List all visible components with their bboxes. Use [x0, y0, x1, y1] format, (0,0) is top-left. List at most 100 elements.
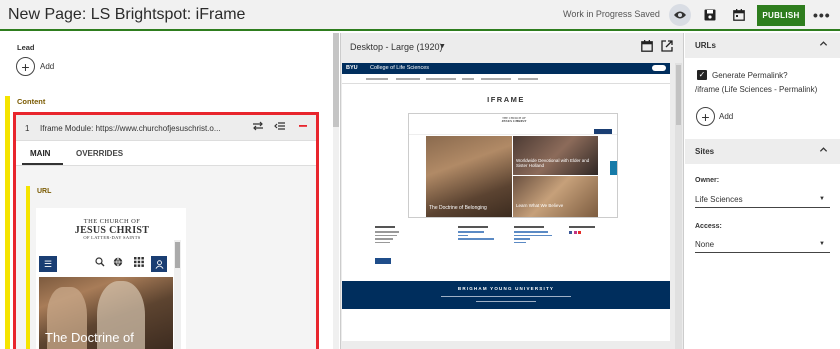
collapse-list-icon[interactable]: [274, 121, 286, 134]
page-preview: BYU College of Life Sciences IFRAME THE …: [342, 63, 670, 341]
subnav-item: [396, 78, 420, 80]
module-header[interactable]: 1 Iframe Module: https://www.churchofjes…: [16, 115, 316, 141]
page-title: New Page: LS Brightspot: iFrame: [8, 6, 246, 23]
device-size-select[interactable]: Desktop - Large (1920): [350, 42, 443, 52]
iframe-module: 1 Iframe Module: https://www.churchofjes…: [13, 112, 319, 349]
preview-eye-icon[interactable]: [669, 4, 691, 26]
access-label: Access:: [695, 223, 722, 230]
iframe-scroll-thumb[interactable]: [175, 242, 180, 268]
footer-column: [375, 226, 399, 243]
hamburger-menu-icon[interactable]: ☰: [39, 256, 57, 272]
church-logo: THE CHURCH OF JESUS CHRIST OF LATTER-DAY…: [72, 218, 152, 241]
module-tabs: MAIN OVERRIDES: [16, 141, 316, 166]
add-url-button[interactable]: Add: [719, 112, 733, 121]
tab-overrides[interactable]: OVERRIDES: [76, 149, 123, 158]
owner-value: Life Sciences: [695, 195, 743, 204]
embedded-church-logo: THE CHURCH OF JESUS CHRIST: [496, 116, 532, 124]
subnav-item: [366, 78, 388, 80]
footer-privacy-line: [342, 300, 670, 303]
embedded-devotional-image: [513, 136, 598, 175]
hero-caption: The Doctrine of: [45, 330, 134, 345]
access-value: None: [695, 240, 715, 249]
preview-scroll-thumb[interactable]: [676, 65, 681, 125]
preview-search-field: [652, 65, 666, 71]
more-options-icon[interactable]: •••: [813, 7, 831, 23]
active-tab-indicator: [22, 163, 63, 165]
left-panel-scrollbar[interactable]: [333, 33, 339, 349]
iframe-preview[interactable]: THE CHURCH OF JESUS CHRIST OF LATTER-DAY…: [36, 208, 186, 349]
subnav-item: [426, 78, 456, 80]
embedded-believe-caption: Learn What We Believe: [516, 203, 564, 208]
embedded-believe-image: [513, 176, 598, 217]
preview-panel: Desktop - Large (1920) ▼ BYU College of …: [340, 33, 684, 349]
footer-donate-button: [375, 258, 391, 264]
tab-main[interactable]: MAIN: [30, 149, 50, 158]
preview-subnav: [342, 74, 670, 84]
embedded-feedback-tab: [610, 161, 617, 175]
url-label: URL: [37, 188, 52, 195]
schedule-calendar-icon[interactable]: [727, 4, 751, 26]
swap-arrows-icon[interactable]: [252, 121, 264, 134]
lead-label: Lead: [17, 43, 35, 52]
footer-column: [458, 226, 494, 240]
iframe-nav-bar: ☰: [36, 255, 186, 272]
iframe-scrollbar[interactable]: [174, 240, 181, 349]
settings-sidebar: URLs ✓ Generate Permalink? /iframe (Life…: [685, 33, 840, 349]
embedded-nav: [409, 128, 617, 135]
save-status: Work in Progress Saved: [563, 9, 660, 19]
sites-section-header[interactable]: Sites: [685, 139, 840, 164]
owner-label: Owner:: [695, 177, 720, 184]
embedded-hero-caption: The Doctrine of Belonging: [429, 205, 487, 211]
urls-title: URLs: [695, 41, 716, 50]
content-editor-panel: Lead + Add Content 1 Iframe Module: http…: [0, 33, 332, 349]
content-section-marker: [5, 96, 10, 349]
module-title: Iframe Module: https://www.churchofjesus…: [40, 124, 221, 133]
footer-university-name: BRIGHAM YOUNG UNIVERSITY: [457, 286, 555, 291]
content-label: Content: [17, 97, 46, 106]
module-number: 1: [25, 124, 30, 133]
footer-column: [569, 226, 595, 234]
college-name: College of Life Sciences: [370, 65, 430, 71]
module-body: URL THE CHURCH OF JESUS CHRIST OF LATTER…: [16, 166, 316, 349]
chevron-down-icon[interactable]: ▼: [819, 196, 825, 202]
embedded-logo-line2: JESUS CHRIST: [501, 119, 527, 124]
open-external-icon[interactable]: [661, 39, 673, 57]
footer-column: [514, 226, 552, 243]
preview-section-title: IFRAME: [487, 95, 525, 104]
chevron-down-icon[interactable]: ▼: [439, 43, 446, 50]
subnav-item: [518, 78, 538, 80]
urls-section-header[interactable]: URLs: [685, 33, 840, 58]
remove-module-icon[interactable]: [298, 121, 308, 134]
generate-permalink-label: Generate Permalink?: [712, 71, 788, 80]
globe-icon[interactable]: [113, 257, 123, 269]
byu-footer: BRIGHAM YOUNG UNIVERSITY: [342, 281, 670, 309]
owner-select[interactable]: Life Sciences ▼: [695, 192, 830, 208]
lead-add-icon[interactable]: +: [16, 57, 35, 76]
chevron-up-icon[interactable]: [819, 145, 828, 156]
byu-logo: BYU: [346, 65, 358, 71]
add-url-icon[interactable]: +: [696, 107, 715, 126]
user-account-icon[interactable]: [151, 256, 167, 272]
calendar-icon[interactable]: [641, 39, 653, 57]
footer-address-line: [342, 295, 670, 298]
embedded-signin-button: [594, 129, 612, 134]
hero-image: The Doctrine of: [39, 277, 173, 349]
save-icon[interactable]: [698, 4, 722, 26]
left-scroll-thumb[interactable]: [333, 33, 339, 127]
url-field-marker: [26, 186, 30, 349]
top-header: New Page: LS Brightspot: iFrame Work in …: [0, 0, 840, 31]
generate-permalink-checkbox[interactable]: ✓: [697, 70, 707, 80]
publish-button[interactable]: PUBLISH: [757, 5, 805, 26]
lead-add-button[interactable]: Add: [40, 62, 54, 71]
embedded-devotional-caption: Worldwide Devotional with Elder and Sist…: [516, 158, 590, 169]
search-icon[interactable]: [95, 257, 105, 269]
chevron-down-icon[interactable]: ▼: [819, 241, 825, 247]
apps-grid-icon[interactable]: [134, 257, 144, 269]
byu-header-bar: BYU College of Life Sciences: [342, 63, 670, 74]
preview-scrollbar[interactable]: [675, 63, 682, 349]
subnav-item: [462, 78, 474, 80]
chevron-up-icon[interactable]: [819, 39, 828, 50]
embedded-iframe: THE CHURCH OF JESUS CHRIST The Doctrine …: [408, 113, 618, 218]
access-select[interactable]: None ▼: [695, 237, 830, 253]
subnav-item: [481, 78, 511, 80]
